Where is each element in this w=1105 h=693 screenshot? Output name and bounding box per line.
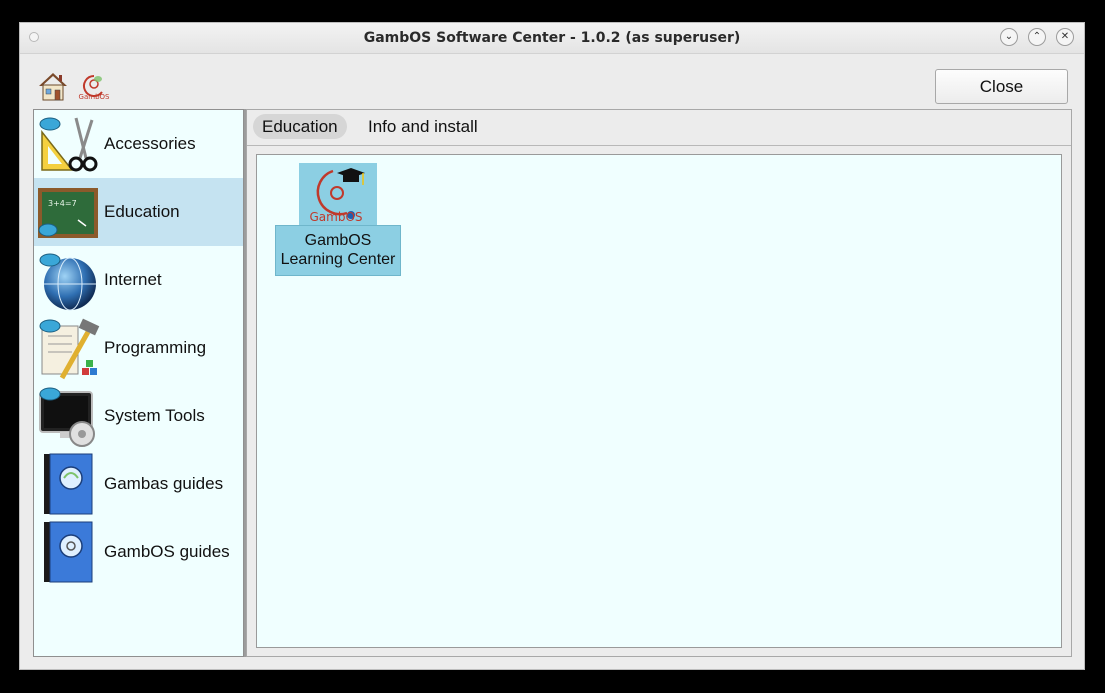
tab-divider [247, 145, 1071, 146]
sidebar-item-label: Education [104, 202, 180, 221]
gambos-logo-icon[interactable]: GambOS [78, 70, 110, 102]
accessories-icon [39, 117, 98, 172]
app-icon-frame: GambOS [299, 163, 377, 225]
minimize-button[interactable]: ⌄ [1000, 28, 1018, 46]
gambos-guides-icon [44, 521, 93, 583]
sidebar-item-gambas-guides[interactable]: Gambas guides [34, 450, 243, 518]
gambas-guides-icon [44, 453, 93, 515]
close-button[interactable]: Close [935, 69, 1068, 104]
sidebar-item-system-tools[interactable]: System Tools [34, 382, 243, 450]
sidebar-item-label: Gambas guides [104, 474, 224, 493]
svg-text:GambOS: GambOS [79, 93, 110, 101]
sidebar-item-label: GambOS guides [104, 542, 230, 561]
sidebar-item-label: Internet [104, 270, 162, 289]
window-title: GambOS Software Center - 1.0.2 (as super… [363, 30, 741, 46]
sidebar-item-education[interactable]: 3+4=7 Education [34, 178, 243, 246]
app-grid: GambOS GambOS Learning Center [256, 154, 1062, 648]
programming-icon [39, 318, 100, 380]
sidebar-item-label: Programming [104, 338, 207, 357]
sidebar-item-accessories[interactable]: Accessories [34, 110, 243, 178]
app-name-line2: Learning Center [280, 251, 396, 268]
internet-icon [39, 253, 96, 311]
maximize-button[interactable]: ⌃ [1028, 28, 1046, 46]
sidebar-item-gambos-guides[interactable]: GambOS guides [34, 518, 243, 586]
sidebar-item-label: System Tools [104, 406, 205, 425]
category-sidebar: Accessories 3+4=7 Education Internet Pro… [33, 109, 244, 657]
close-window-button[interactable]: ✕ [1056, 28, 1074, 46]
sidebar-item-label: Accessories [104, 134, 196, 153]
title-bar[interactable]: GambOS Software Center - 1.0.2 (as super… [20, 23, 1084, 54]
home-icon[interactable] [37, 70, 69, 102]
app-name: GambOS Learning Center [275, 225, 401, 276]
tab-info-and-install[interactable]: Info and install [359, 114, 487, 139]
app-icon-text: GambOS [309, 210, 362, 224]
content-panel: Education Info and install GambOS GambOS… [246, 109, 1072, 657]
gambos-learning-center-icon: GambOS [309, 168, 365, 224]
main-window: GambOS Software Center - 1.0.2 (as super… [19, 22, 1085, 670]
tab-education[interactable]: Education [253, 114, 347, 139]
sidebar-item-programming[interactable]: Programming [34, 314, 243, 382]
svg-text:3+4=7: 3+4=7 [48, 199, 77, 208]
app-gambos-learning-center[interactable]: GambOS GambOS Learning Center [275, 163, 401, 276]
education-icon: 3+4=7 [38, 188, 98, 238]
app-name-line1: GambOS [304, 232, 372, 249]
sidebar-item-internet[interactable]: Internet [34, 246, 243, 314]
system-tools-icon [39, 387, 95, 447]
